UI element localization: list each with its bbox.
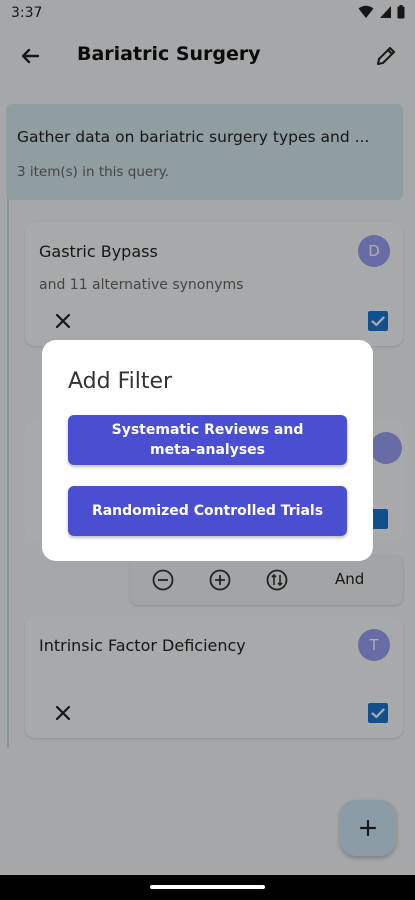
system-nav-bar <box>0 875 415 900</box>
add-filter-dialog: Add Filter Systematic Reviews and meta-a… <box>42 340 373 561</box>
filter-randomized-trials-button[interactable]: Randomized Controlled Trials <box>68 486 347 536</box>
home-gesture-handle[interactable] <box>150 885 265 889</box>
filter-systematic-reviews-button[interactable]: Systematic Reviews and meta-analyses <box>68 415 347 465</box>
dialog-title: Add Filter <box>68 369 173 394</box>
